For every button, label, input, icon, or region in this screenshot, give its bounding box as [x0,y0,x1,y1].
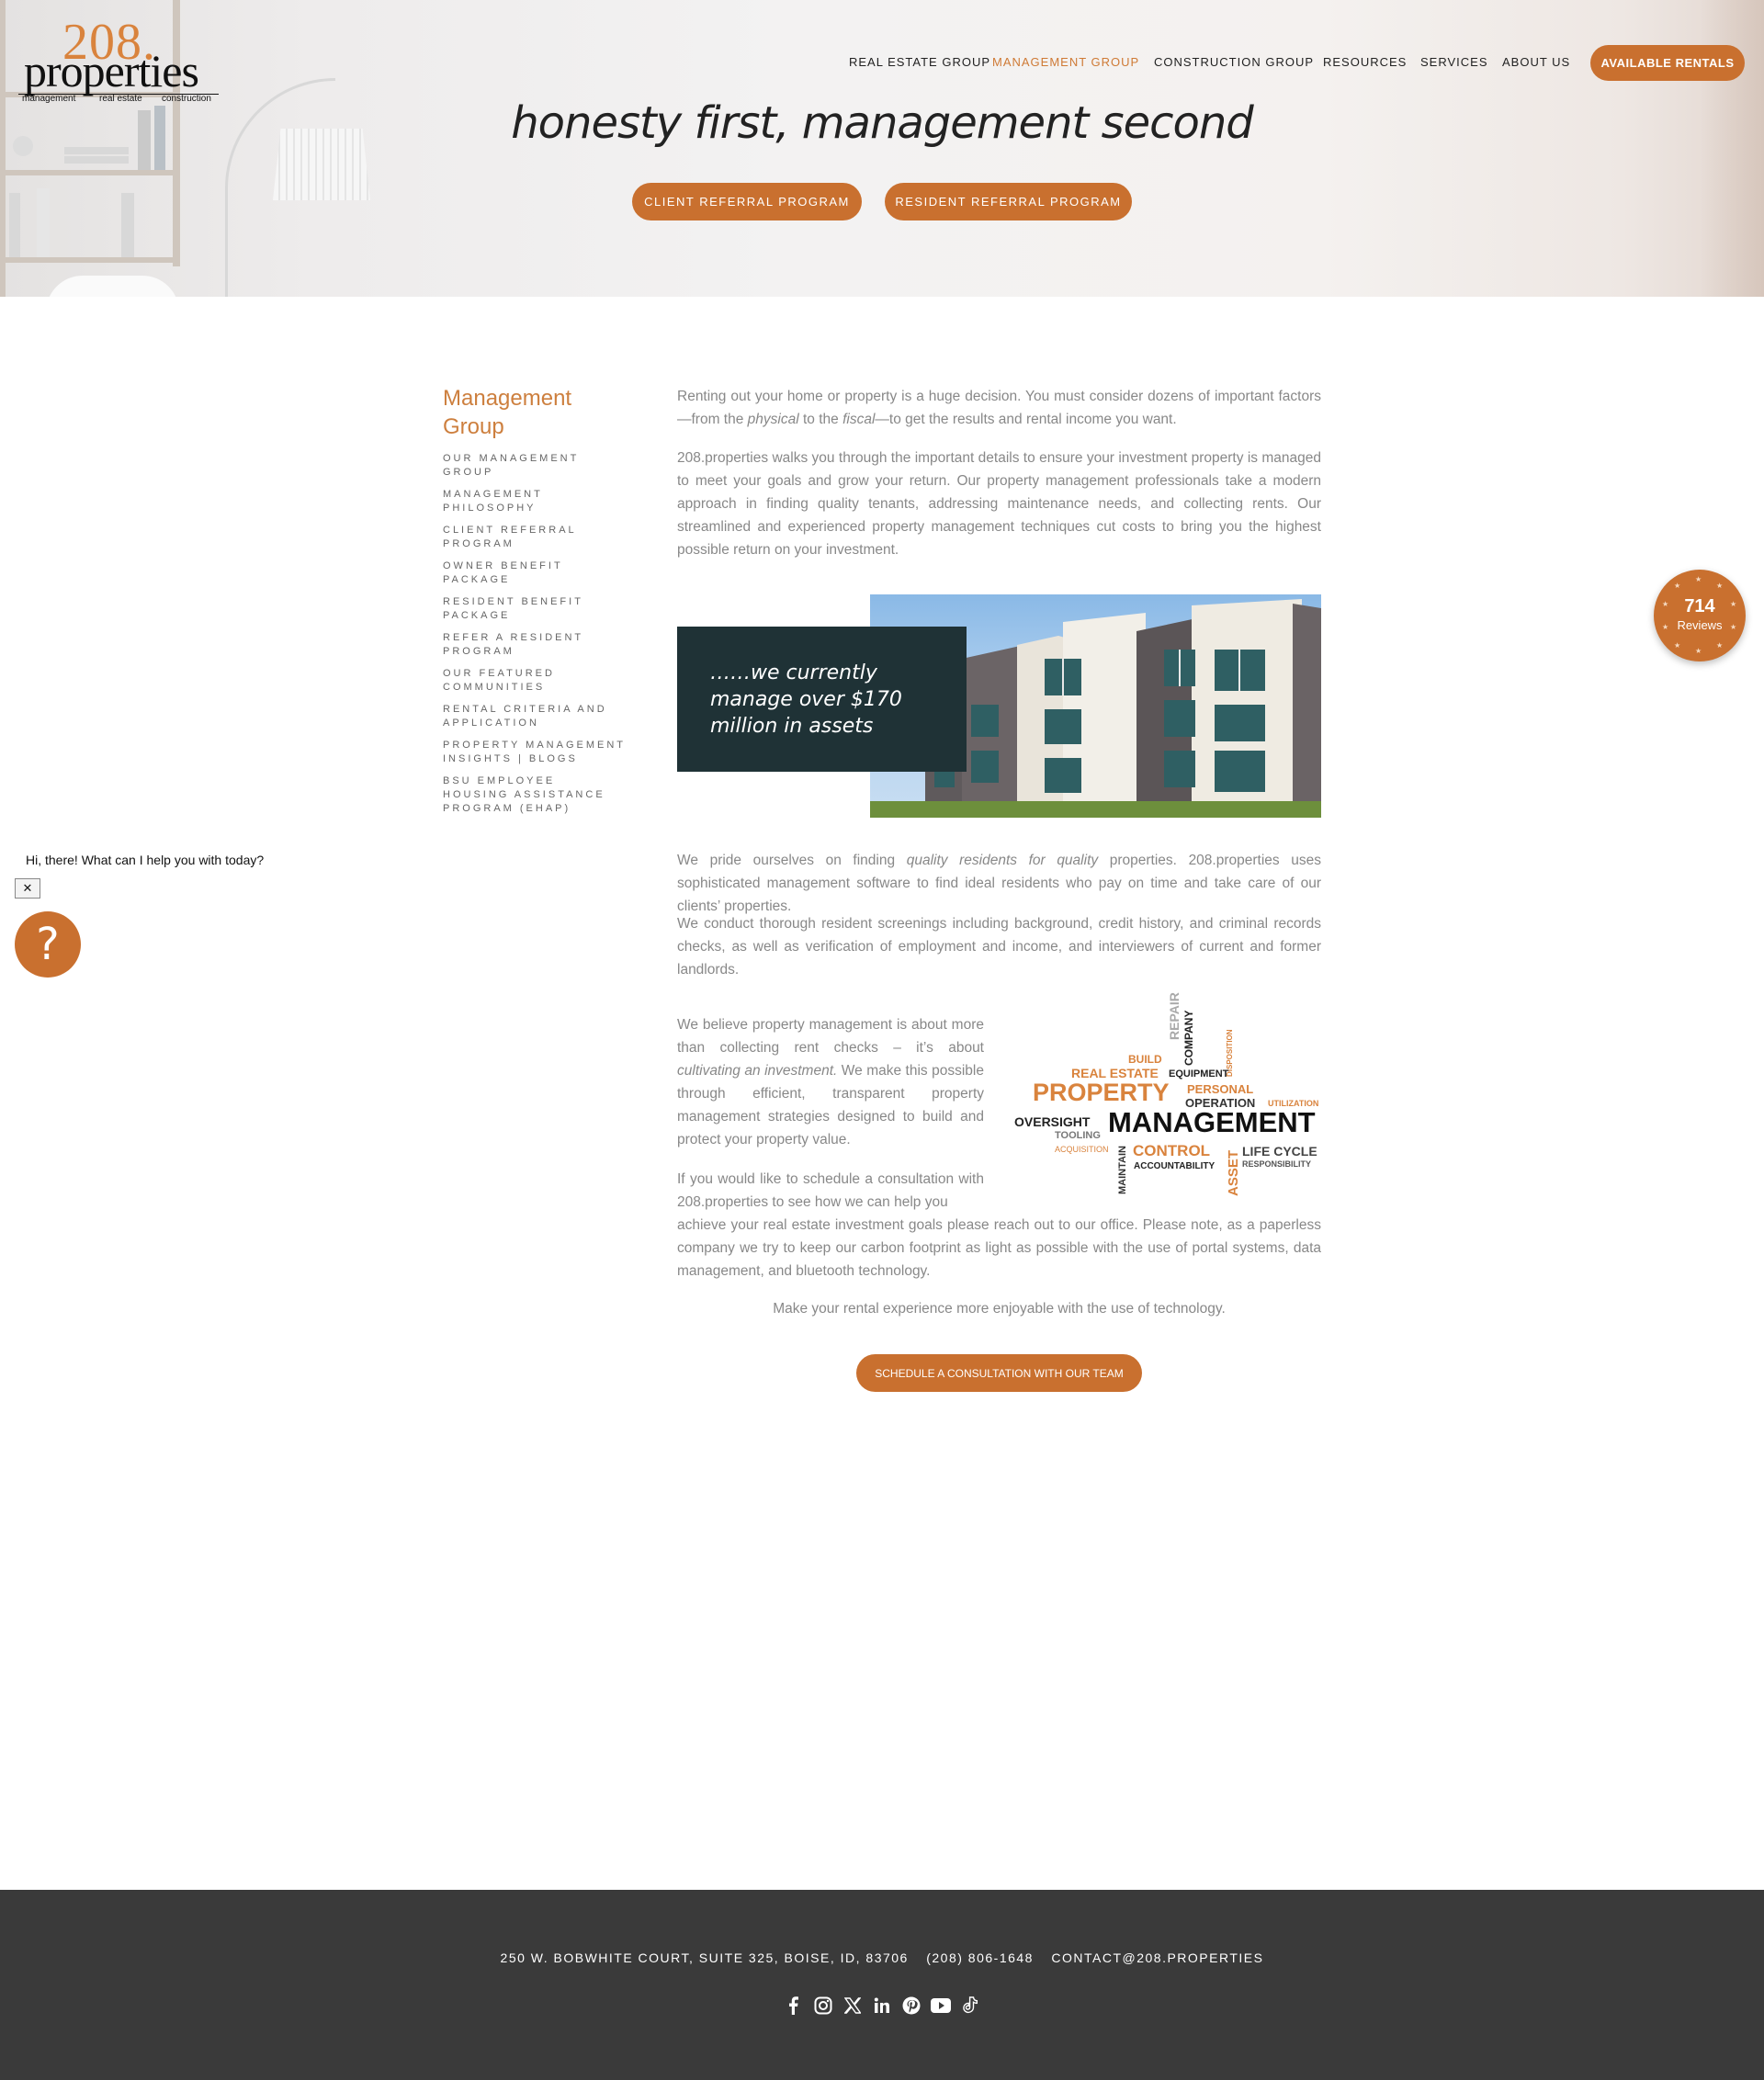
resident-referral-button[interactable]: RESIDENT REFERRAL PROGRAM [885,183,1132,220]
youtube-icon[interactable] [931,1995,951,2016]
sidebar-title: Management Group [443,386,572,439]
property-management-wordcloud: REPAIR COMPANY DISPOSITION BUILD REAL ES… [1014,992,1319,1196]
reviews-label: Reviews [1677,618,1723,632]
site-logo[interactable]: 208. properties management real estate c… [18,14,220,108]
sidebar-item-insights-blogs[interactable]: PROPERTY MANAGEMENT INSIGHTS | BLOGS [443,739,627,766]
footer: 250 W. BOBWHITE COURT, SUITE 325, BOISE,… [0,1890,1764,2080]
nav-real-estate-group[interactable]: REAL ESTATE GROUP [849,55,990,69]
star-icon: ★ [1716,641,1724,650]
nav-about-us[interactable]: ABOUT US [1502,55,1570,69]
quality-residents-paragraph: We pride ourselves on finding quality re… [677,853,1321,914]
sidebar-item-our-management-group[interactable]: OUR MANAGEMENT GROUP [443,452,627,480]
assets-quote: ……we currently manage over $170 million … [677,627,967,772]
x-icon[interactable] [842,1995,863,2016]
sidebar-item-management-philosophy[interactable]: MANAGEMENT PHILOSOPHY [443,488,627,515]
star-icon: ★ [1674,582,1681,590]
sidebar-nav: OUR MANAGEMENT GROUP MANAGEMENT PHILOSOP… [443,452,627,824]
services-paragraph: 208.properties walks you through the imp… [677,450,1321,558]
client-referral-button[interactable]: CLIENT REFERRAL PROGRAM [632,183,862,220]
pinterest-icon[interactable] [901,1995,922,2016]
sidebar-item-owner-benefit-package[interactable]: OWNER BENEFIT PACKAGE [443,560,627,587]
footer-email[interactable]: CONTACT@208.PROPERTIES [1051,1950,1263,1965]
reviews-badge[interactable]: ★ ★ ★ ★ ★ ★ ★ ★ ★ ★ 714 Reviews [1654,570,1746,661]
available-rentals-button[interactable]: AVAILABLE RENTALS [1590,45,1745,81]
reviews-count: 714 [1684,596,1715,616]
question-icon: ? [36,919,60,970]
sidebar-item-resident-benefit-package[interactable]: RESIDENT BENEFIT PACKAGE [443,595,627,623]
linkedin-icon[interactable] [872,1995,892,2016]
instagram-icon[interactable] [813,1995,833,2016]
consultation-paragraph-top: If you would like to schedule a consulta… [677,1171,984,1210]
chat-help-button[interactable]: ? [15,911,81,978]
nav-construction-group[interactable]: CONSTRUCTION GROUP [1154,55,1314,69]
facebook-icon[interactable] [783,1995,803,2016]
sidebar-item-refer-a-resident[interactable]: REFER A RESIDENT PROGRAM [443,631,627,659]
star-icon: ★ [1674,641,1681,650]
star-icon: ★ [1695,647,1702,655]
intro-paragraph: Renting out your home or property is a h… [677,389,1321,427]
footer-phone[interactable]: (208) 806-1648 [926,1950,1034,1965]
technology-line: Make your rental experience more enjoyab… [773,1301,1226,1317]
sidebar-item-bsu-ehap[interactable]: BSU EMPLOYEE HOUSING ASSISTANCE PROGRAM … [443,774,627,816]
footer-contact: 250 W. BOBWHITE COURT, SUITE 325, BOISE,… [0,1950,1764,1965]
hero-tagline: honesty first, management second [511,97,1254,149]
sidebar-item-client-referral-program[interactable]: CLIENT REFERRAL PROGRAM [443,524,627,551]
sidebar-item-featured-communities[interactable]: OUR FEATURED COMMUNITIES [443,667,627,695]
consultation-paragraph: achieve your real estate investment goal… [677,1217,1321,1279]
tiktok-icon[interactable] [960,1995,980,2016]
screening-paragraph: We conduct thorough resident screenings … [677,916,1321,978]
sidebar-item-rental-criteria[interactable]: RENTAL CRITERIA AND APPLICATION [443,703,627,730]
chat-close-button[interactable]: ✕ [15,878,40,899]
nav-services[interactable]: SERVICES [1420,55,1488,69]
philosophy-paragraph: We believe property management is about … [677,1017,984,1147]
nav-management-group[interactable]: MANAGEMENT GROUP [992,55,1139,69]
chat-greeting: Hi, there! What can I help you with toda… [26,853,265,867]
schedule-consultation-button[interactable]: SCHEDULE A CONSULTATION WITH OUR TEAM [856,1354,1142,1392]
footer-address: 250 W. BOBWHITE COURT, SUITE 325, BOISE,… [500,1950,909,1965]
star-icon: ★ [1716,582,1724,590]
nav-resources[interactable]: RESOURCES [1323,55,1407,69]
star-icon: ★ [1695,575,1702,583]
